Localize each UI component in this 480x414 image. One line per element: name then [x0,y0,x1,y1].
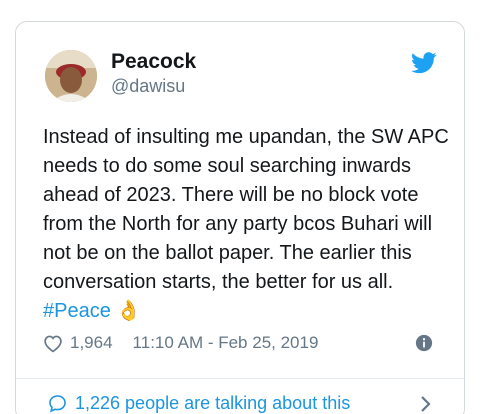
author-handle[interactable]: @dawisu [111,75,185,97]
avatar-photo [45,50,97,102]
tweet-text: Instead of insulting me upandan, the SW … [43,123,453,326]
avatar[interactable] [45,50,97,102]
heart-icon[interactable] [43,334,63,353]
twitter-bird-icon[interactable] [411,52,437,74]
tweet-meta: 1,964 11:10 AM - Feb 25, 2019 [43,330,443,356]
speech-bubble-icon [49,394,66,412]
conversation-link[interactable]: 1,226 people are talking about this [48,390,438,414]
divider [16,378,464,379]
tweet-timestamp[interactable]: 11:10 AM - Feb 25, 2019 [133,333,319,353]
author-name[interactable]: Peacock [111,50,196,74]
chevron-right-icon[interactable] [420,395,432,413]
tweet-body: Instead of insulting me upandan, the SW … [43,126,449,293]
tweet-card[interactable]: Peacock @dawisu Instead of insulting me … [15,21,465,414]
ok-hand-emoji: 👌 [116,300,142,322]
hashtag-link[interactable]: #Peace [43,300,111,322]
conversation-label: 1,226 people are talking about this [75,392,351,413]
info-icon[interactable] [415,334,433,352]
like-count[interactable]: 1,964 [70,333,113,353]
